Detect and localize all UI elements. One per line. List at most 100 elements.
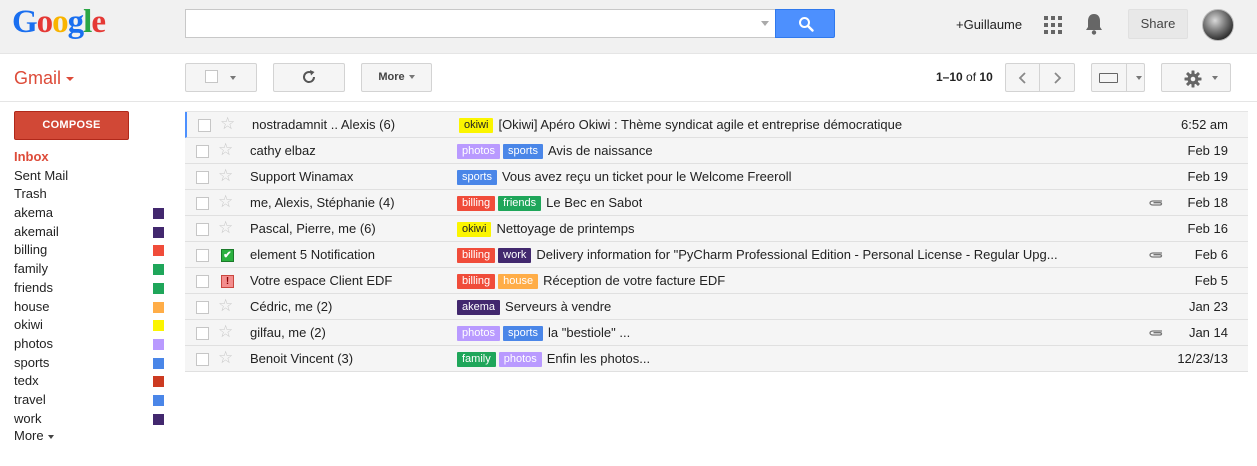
table-row[interactable]: ☆ Cédric, me (2) akema Serveurs à vendre Jan… xyxy=(185,294,1248,320)
sidebar-item-okiwi[interactable]: okiwi xyxy=(14,316,169,335)
email-subject: Vous avez reçu un ticket pour le Welcome… xyxy=(501,169,792,184)
gmail-app-menu[interactable]: Gmail xyxy=(14,68,75,89)
star-icon[interactable]: ☆ xyxy=(218,193,233,211)
more-actions-button[interactable]: More xyxy=(361,63,432,92)
select-all-button[interactable] xyxy=(185,63,257,92)
label-tag-sports[interactable]: sports xyxy=(457,170,497,185)
label-tag-work[interactable]: work xyxy=(498,248,532,263)
label-color-swatch[interactable] xyxy=(153,282,164,294)
input-tools-button[interactable] xyxy=(1091,63,1145,92)
avatar[interactable] xyxy=(1202,9,1234,41)
label-tag-family[interactable]: family xyxy=(457,352,496,367)
select-all-checkbox[interactable] xyxy=(205,70,218,83)
google-logo[interactable]: Google xyxy=(12,4,106,41)
sidebar-item-trash[interactable]: Trash xyxy=(14,185,169,204)
row-checkbox[interactable] xyxy=(196,249,209,262)
compose-button[interactable]: COMPOSE xyxy=(14,111,129,140)
sidebar-item-house[interactable]: house xyxy=(14,298,169,317)
label-color-swatch[interactable] xyxy=(153,413,164,425)
sidebar-item-tedx[interactable]: tedx xyxy=(14,372,169,391)
search-button[interactable] xyxy=(775,9,835,38)
table-row[interactable]: ☆ me, Alexis, Stéphanie (4) billing friends… xyxy=(185,190,1248,216)
label-tag-billing[interactable]: billing xyxy=(457,248,496,263)
label-tag-photos[interactable]: photos xyxy=(457,326,501,341)
sidebar-item-inbox[interactable]: Inbox xyxy=(14,148,169,167)
older-page-button[interactable] xyxy=(1041,64,1075,91)
star-icon[interactable]: ☆ xyxy=(220,115,235,133)
label-tag-billing[interactable]: billing xyxy=(457,196,496,211)
sidebar-item-sports[interactable]: sports xyxy=(14,354,169,373)
label-color-swatch[interactable] xyxy=(153,338,164,350)
email-sender: Benoit Vincent (3) xyxy=(250,351,354,366)
table-row[interactable]: ☆ cathy elbaz photos sports Avis de naissanc… xyxy=(185,138,1248,164)
label-tag-sports[interactable]: sports xyxy=(503,144,543,159)
star-icon[interactable]: ☆ xyxy=(218,167,233,185)
label-color-swatch[interactable] xyxy=(153,357,164,369)
star-icon[interactable]: ☆ xyxy=(218,141,233,159)
label-tag-house[interactable]: house xyxy=(498,274,539,289)
row-checkbox[interactable] xyxy=(196,301,209,314)
table-row[interactable]: ☆ Pascal, Pierre, me (6) okiwi Nettoyage de… xyxy=(185,216,1248,242)
sidebar-item-billing[interactable]: billing xyxy=(14,241,169,260)
table-row[interactable]: ✔ element 5 Notification billing work Delive… xyxy=(185,242,1248,268)
label-color-swatch[interactable] xyxy=(153,301,164,313)
more-labels-link[interactable]: More xyxy=(14,428,54,443)
label-color-swatch[interactable] xyxy=(153,264,164,276)
apps-grid-icon[interactable] xyxy=(1044,16,1062,34)
sidebar-item-family[interactable]: family xyxy=(14,260,169,279)
sidebar-item-friends[interactable]: friends xyxy=(14,279,169,298)
green-check-icon[interactable]: ✔ xyxy=(221,249,234,262)
label-color-swatch[interactable] xyxy=(153,208,164,220)
label-color-swatch[interactable] xyxy=(153,320,164,332)
search-options-caret-icon[interactable] xyxy=(761,21,769,26)
divider xyxy=(1126,64,1127,91)
row-checkbox[interactable] xyxy=(196,197,209,210)
newer-page-button[interactable] xyxy=(1006,64,1040,91)
label-tag-okiwi[interactable]: okiwi xyxy=(457,222,492,237)
search-input[interactable] xyxy=(186,10,756,37)
chevron-down-icon[interactable] xyxy=(1136,76,1142,80)
settings-button[interactable] xyxy=(1161,63,1231,92)
sidebar-item-sent-mail[interactable]: Sent Mail xyxy=(14,167,169,186)
table-row[interactable]: ☆ nostradamnit .. Alexis (6) okiwi [Okiwi] … xyxy=(185,112,1248,138)
row-checkbox[interactable] xyxy=(196,275,209,288)
label-color-swatch[interactable] xyxy=(153,226,164,238)
star-icon[interactable]: ☆ xyxy=(218,297,233,315)
label-tag-friends[interactable]: friends xyxy=(498,196,542,211)
notifications-bell-icon[interactable] xyxy=(1085,13,1103,35)
table-row[interactable]: ☆ Benoit Vincent (3) family photos Enfin les… xyxy=(185,346,1248,372)
label-tag-okiwi[interactable]: okiwi xyxy=(459,118,494,133)
label-color-swatch[interactable] xyxy=(153,394,164,406)
sidebar-item-work[interactable]: work xyxy=(14,410,169,429)
email-subject: Nettoyage de printemps xyxy=(496,221,635,236)
row-checkbox[interactable] xyxy=(196,145,209,158)
row-checkbox[interactable] xyxy=(196,223,209,236)
label-tag-billing[interactable]: billing xyxy=(457,274,496,289)
star-icon[interactable]: ☆ xyxy=(218,219,233,237)
sidebar-item-akemail[interactable]: akemail xyxy=(14,223,169,242)
row-checkbox[interactable] xyxy=(196,327,209,340)
red-bang-icon[interactable]: ! xyxy=(221,275,234,288)
label-tag-photos[interactable]: photos xyxy=(457,144,501,159)
share-button[interactable]: Share xyxy=(1128,9,1188,39)
label-color-swatch[interactable] xyxy=(153,245,164,257)
table-row[interactable]: ☆ Support Winamax sports Vous avez reçu un … xyxy=(185,164,1248,190)
label-tag-sports[interactable]: sports xyxy=(503,326,543,341)
table-row[interactable]: ! Votre espace Client EDF billing house Réce… xyxy=(185,268,1248,294)
select-dropdown-caret-icon[interactable] xyxy=(230,76,236,80)
email-sender: Cédric, me (2) xyxy=(250,299,333,314)
table-row[interactable]: ☆ gilfau, me (2) photos sports la "bestiole"… xyxy=(185,320,1248,346)
row-checkbox[interactable] xyxy=(196,353,209,366)
label-color-swatch[interactable] xyxy=(153,376,164,388)
row-checkbox[interactable] xyxy=(198,119,211,132)
email-subject: Réception de votre facture EDF xyxy=(543,273,726,288)
star-icon[interactable]: ☆ xyxy=(218,349,233,367)
sidebar-item-akema[interactable]: akema xyxy=(14,204,169,223)
row-checkbox[interactable] xyxy=(196,171,209,184)
label-tag-photos[interactable]: photos xyxy=(498,352,542,367)
star-icon[interactable]: ☆ xyxy=(218,323,233,341)
sidebar-item-photos[interactable]: photos xyxy=(14,335,169,354)
label-tag-akema[interactable]: akema xyxy=(457,300,501,315)
sidebar-item-travel[interactable]: travel xyxy=(14,391,169,410)
user-profile-link[interactable]: +Guillaume xyxy=(956,17,1022,32)
